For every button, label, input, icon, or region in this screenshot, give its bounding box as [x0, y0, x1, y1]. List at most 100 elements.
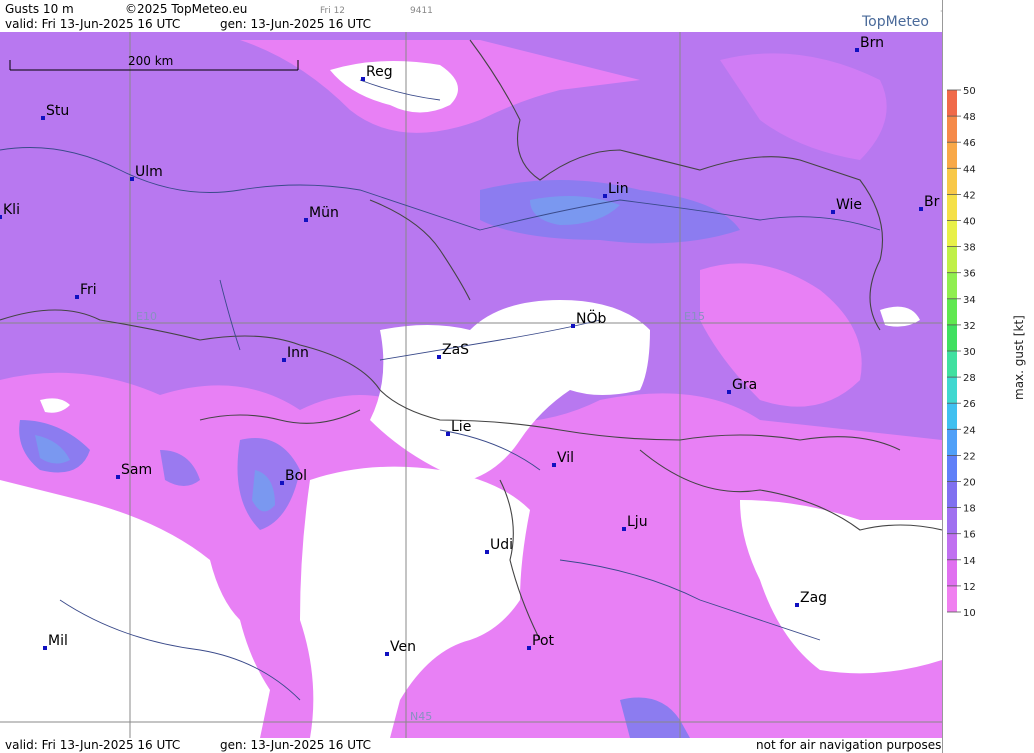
city-label: Kli — [3, 202, 20, 218]
city-marker-dot — [280, 481, 284, 485]
city-marker-dot — [361, 77, 365, 81]
city-marker-dot — [571, 324, 575, 328]
legend-color-swatch — [947, 377, 957, 404]
legend-color-swatch — [947, 116, 957, 143]
legend-tick-label: 28 — [963, 373, 976, 384]
legend-tick-label: 20 — [963, 478, 976, 489]
footer-bar: valid: Fri 13-Jun-2025 16 UTC gen: 13-Ju… — [0, 738, 942, 753]
city-sam: Sam — [116, 462, 152, 479]
city-gra: Gra — [727, 377, 757, 394]
legend-tick-label: 22 — [963, 451, 976, 462]
city-marker-dot — [437, 355, 441, 359]
city-label: Lie — [451, 419, 471, 435]
city-udi: Udi — [485, 537, 513, 554]
city-marker-dot — [831, 210, 835, 214]
logo-text: TopMeteo — [862, 14, 929, 30]
city-label: Br — [924, 194, 940, 210]
city-marker-dot — [855, 48, 859, 52]
legend-color-swatch — [947, 324, 957, 351]
city-marker-dot — [919, 207, 923, 211]
topmeteo-logo: TopMeteo — [862, 0, 956, 30]
legend-tick-label: 48 — [963, 112, 976, 123]
legend-color-swatch — [947, 246, 957, 273]
city-marker-dot — [43, 646, 47, 650]
city-label: Lin — [608, 181, 629, 197]
city-label: ZaS — [442, 342, 469, 358]
copyright: ©2025 TopMeteo.eu — [125, 2, 248, 16]
city-marker-dot — [485, 550, 489, 554]
city-label: Pot — [532, 633, 555, 649]
city-label: Vil — [557, 450, 574, 466]
product-title: Gusts 10 m — [5, 2, 74, 16]
scale-bar-label: 200 km — [128, 54, 173, 68]
legend-tick-label: 26 — [963, 399, 976, 410]
city-label: Brn — [860, 35, 884, 51]
legend-color-swatch — [947, 559, 957, 586]
city-label: Udi — [490, 537, 513, 553]
legend-tick-label: 36 — [963, 269, 976, 280]
legend-tick-label: 42 — [963, 190, 976, 201]
city-label: Gra — [732, 377, 757, 393]
city-inn: Inn — [282, 345, 309, 362]
city-kli: Kli — [0, 202, 20, 219]
grid-label-e10: E10 — [136, 310, 157, 323]
city-marker-dot — [622, 527, 626, 531]
valid-time: valid: Fri 13-Jun-2025 16 UTC — [5, 17, 181, 31]
legend-tick-label: 34 — [963, 295, 976, 306]
legend-color-swatch — [947, 168, 957, 195]
city-pot: Pot — [527, 633, 555, 650]
city-zag: Zag — [795, 590, 827, 607]
legend-tick-label: 30 — [963, 347, 976, 358]
city-marker-dot — [0, 215, 2, 219]
grid-label-n45: N45 — [410, 710, 432, 723]
city-nob: NÖb — [571, 309, 606, 328]
city-label: Ulm — [135, 164, 163, 180]
city-marker-dot — [304, 218, 308, 222]
city-marker-dot — [41, 116, 45, 120]
city-marker-dot — [282, 358, 286, 362]
legend-color-swatch — [947, 533, 957, 560]
city-marker-dot — [130, 177, 134, 181]
footer-gen: gen: 13-Jun-2025 16 UTC — [220, 738, 372, 752]
grid-label-e15: E15 — [684, 310, 705, 323]
city-stu: Stu — [41, 103, 69, 120]
city-marker-dot — [116, 475, 120, 479]
footer-disclaimer: not for air navigation purposes — [756, 738, 942, 752]
city-reg: Reg — [361, 64, 393, 81]
city-marker-dot — [385, 652, 389, 656]
city-ven: Ven — [385, 639, 416, 656]
legend-tick-label: 44 — [963, 164, 976, 175]
legend-tick-label: 40 — [963, 217, 976, 228]
legend-color-swatch — [947, 481, 957, 508]
gust-map[interactable]: 200 km E10 E15 N45 Reg Brn Stu Ulm Mün Lin Wie… — [0, 32, 942, 738]
city-marker-dot — [75, 295, 79, 299]
city-marker-dot — [795, 603, 799, 607]
run-day: Fri 12 — [320, 6, 346, 16]
city-label: Fri — [80, 282, 97, 298]
legend-color-swatch — [947, 142, 957, 169]
legend-color-swatch — [947, 90, 957, 117]
legend-tick-label: 16 — [963, 530, 976, 541]
legend-color-swatch — [947, 507, 957, 534]
legend-tick-label: 50 — [963, 86, 976, 97]
legend-tick-label: 18 — [963, 504, 976, 515]
city-marker-dot — [727, 390, 731, 394]
legend-tick-label: 10 — [963, 608, 976, 619]
city-wie: Wie — [831, 197, 862, 214]
city-label: NÖb — [576, 309, 606, 327]
legend-color-swatch — [947, 272, 957, 299]
city-label: Ven — [390, 639, 416, 655]
legend-color-swatch — [947, 298, 957, 325]
city-marker-dot — [446, 432, 450, 436]
legend-color-swatch — [947, 194, 957, 221]
city-label: Inn — [287, 345, 309, 361]
city-label: Sam — [121, 462, 152, 478]
legend-color-swatch — [947, 403, 957, 430]
city-marker-dot — [552, 463, 556, 467]
city-label: Wie — [836, 197, 862, 213]
city-label: Bol — [285, 468, 307, 484]
city-brn: Brn — [855, 35, 884, 52]
run-code: 9411 — [410, 6, 433, 16]
city-zas: ZaS — [437, 342, 469, 359]
legend-color-swatch — [947, 220, 957, 247]
